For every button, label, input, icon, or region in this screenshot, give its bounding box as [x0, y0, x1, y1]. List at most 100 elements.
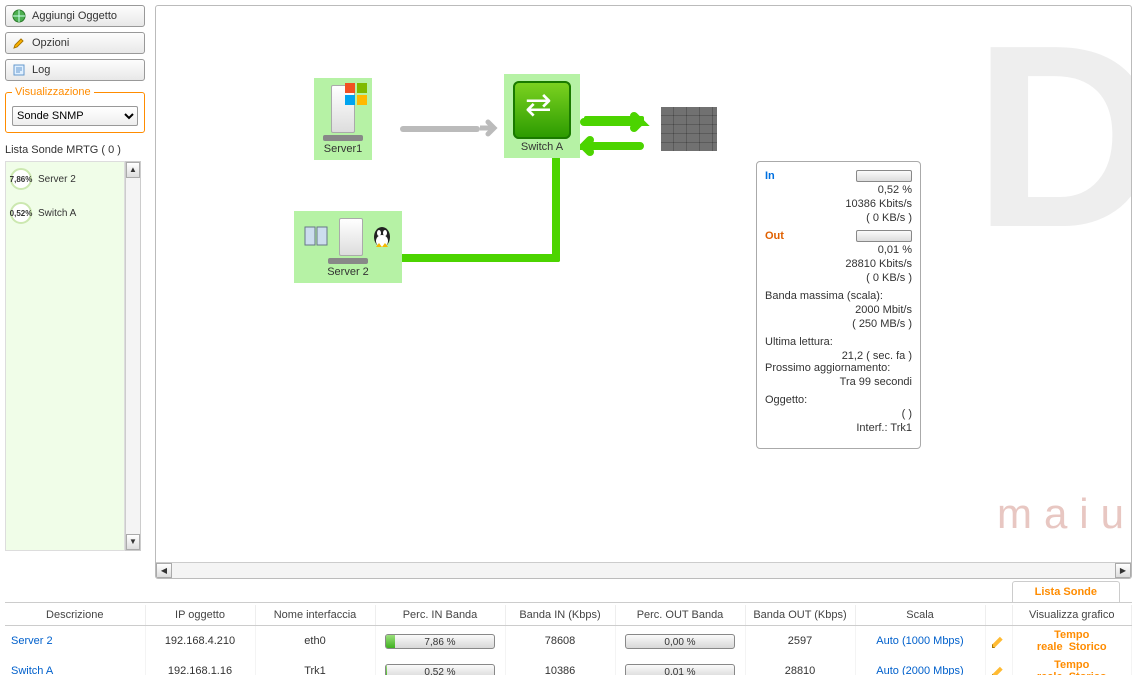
log-button[interactable]: Log [5, 59, 145, 81]
probe-list-title: Lista Sonde MRTG ( 0 ) [5, 141, 145, 161]
log-icon [12, 63, 26, 77]
list-item[interactable]: 7,86% Server 2 [6, 162, 124, 196]
scroll-up-icon[interactable]: ▲ [126, 162, 140, 178]
server-icon [339, 218, 363, 256]
list-item[interactable]: 0,52% Switch A [6, 196, 124, 230]
node-server1[interactable]: Server1 [314, 78, 372, 160]
tooltip-value: 21,2 ( sec. fa ) [842, 350, 912, 362]
tooltip-value: 0,52 % [878, 184, 912, 196]
tooltip-value: ( 0 KB/s ) [866, 212, 912, 224]
probe-pct-badge: 7,86% [10, 168, 32, 190]
cell-grafico: Tempo reale Storico [1012, 626, 1132, 657]
probe-name: Server 2 [38, 174, 76, 185]
node-label: Server 2 [303, 266, 393, 278]
visualization-select[interactable]: Sonde SNMP [12, 106, 138, 126]
cell-desc[interactable]: Switch A [5, 656, 145, 675]
cell-iface: eth0 [255, 626, 375, 657]
cell-edit[interactable] [985, 626, 1012, 657]
windows-icon [345, 83, 367, 105]
tooltip-value: ( ) [902, 408, 912, 420]
probe-name: Switch A [38, 208, 76, 219]
tooltip-in-label: In [765, 170, 775, 182]
cell-ip: 192.168.4.210 [145, 626, 255, 657]
probe-table: Descrizione IP oggetto Nome interfaccia … [5, 605, 1132, 675]
table-row[interactable]: Switch A192.168.1.16Trk10,52 %103860,01 … [5, 656, 1132, 675]
probe-list: 7,86% Server 2 0,52% Switch A [5, 161, 125, 551]
canvas-hscrollbar[interactable]: ◀ ▶ [156, 562, 1131, 578]
cell-edit[interactable] [985, 656, 1012, 675]
tab-lista-sonde[interactable]: Lista Sonde [1012, 581, 1120, 602]
visualization-fieldset: Visualizzazione Sonde SNMP [5, 86, 145, 133]
node-label: Server1 [323, 143, 363, 155]
node-firewall[interactable] [652, 100, 726, 156]
servers-icon [303, 225, 331, 249]
tooltip-value: 28810 Kbits/s [845, 258, 912, 270]
tooltip-value: 2000 Mbit/s [855, 304, 912, 316]
visualization-legend: Visualizzazione [12, 86, 94, 98]
probe-pct-badge: 0,52% [10, 202, 32, 224]
th-perc-out[interactable]: Perc. OUT Banda [615, 605, 745, 626]
cell-banda-out: 2597 [745, 626, 855, 657]
th-banda-out[interactable]: Banda OUT (Kbps) [745, 605, 855, 626]
tooltip-value: ( 0 KB/s ) [866, 272, 912, 284]
th-interfaccia[interactable]: Nome interfaccia [255, 605, 375, 626]
arrow-icon [578, 134, 658, 177]
pencil-icon [12, 36, 26, 50]
add-object-button[interactable]: Aggiungi Oggetto [5, 5, 145, 27]
table-header-row: Descrizione IP oggetto Nome interfaccia … [5, 605, 1132, 626]
options-button[interactable]: Opzioni [5, 32, 145, 54]
th-edit [985, 605, 1012, 626]
link-storico[interactable]: Storico [1069, 671, 1107, 675]
node-server2[interactable]: Server 2 [294, 211, 402, 283]
pencil-icon [992, 664, 1006, 675]
log-label: Log [32, 64, 50, 76]
scroll-down-icon[interactable]: ▼ [126, 534, 140, 550]
cell-scala[interactable]: Auto (2000 Mbps) [855, 656, 985, 675]
tooltip-oggetto-label: Oggetto: [765, 394, 912, 406]
tooltip-value: ( 250 MB/s ) [852, 318, 912, 330]
tab-strip: Lista Sonde [5, 581, 1132, 603]
probe-scrollbar[interactable]: ▲ ▼ [125, 161, 141, 551]
tooltip-prossimo-label: Prossimo aggiornamento: [765, 362, 912, 374]
switch-icon [513, 81, 571, 139]
arrow-icon [480, 118, 500, 141]
tooltip-value: Interf.: Trk1 [856, 422, 912, 434]
server-foot-icon [323, 135, 363, 141]
add-object-label: Aggiungi Oggetto [32, 10, 117, 22]
options-label: Opzioni [32, 37, 69, 49]
cell-grafico: Tempo reale Storico [1012, 656, 1132, 675]
link-storico[interactable]: Storico [1069, 641, 1107, 653]
connector [400, 126, 480, 132]
tooltip-out-bar [856, 230, 912, 242]
tooltip-out-label: Out [765, 230, 784, 242]
cell-perc-in: 7,86 % [375, 626, 505, 657]
th-descrizione[interactable]: Descrizione [5, 605, 145, 626]
topology-canvas[interactable]: D maiu Server1 S [155, 5, 1132, 579]
cell-iface: Trk1 [255, 656, 375, 675]
interface-tooltip: In 0,52 % 10386 Kbits/s ( 0 KB/s ) Out 0… [756, 161, 921, 449]
th-ip[interactable]: IP oggetto [145, 605, 255, 626]
th-perc-in[interactable]: Perc. IN Banda [375, 605, 505, 626]
scroll-left-icon[interactable]: ◀ [156, 563, 172, 578]
cell-desc[interactable]: Server 2 [5, 626, 145, 657]
scroll-right-icon[interactable]: ▶ [1115, 563, 1131, 578]
tooltip-banda-label: Banda massima (scala): [765, 290, 912, 302]
cell-scala[interactable]: Auto (1000 Mbps) [855, 626, 985, 657]
node-label: Switch A [513, 141, 571, 153]
cell-perc-out: 0,01 % [615, 656, 745, 675]
cell-banda-in: 78608 [505, 626, 615, 657]
cell-perc-in: 0,52 % [375, 656, 505, 675]
th-banda-in[interactable]: Banda IN (Kbps) [505, 605, 615, 626]
cell-perc-out: 0,00 % [615, 626, 745, 657]
server-foot-icon [328, 258, 368, 264]
cell-ip: 192.168.1.16 [145, 656, 255, 675]
tooltip-value: Tra 99 secondi [840, 376, 912, 388]
table-row[interactable]: Server 2192.168.4.210eth07,86 %786080,00… [5, 626, 1132, 657]
th-grafico[interactable]: Visualizza grafico [1012, 605, 1132, 626]
tooltip-value: 0,01 % [878, 244, 912, 256]
tooltip-in-bar [856, 170, 912, 182]
node-switch-a[interactable]: Switch A [504, 74, 580, 158]
cell-banda-out: 28810 [745, 656, 855, 675]
th-scala[interactable]: Scala [855, 605, 985, 626]
tooltip-value: 10386 Kbits/s [845, 198, 912, 210]
